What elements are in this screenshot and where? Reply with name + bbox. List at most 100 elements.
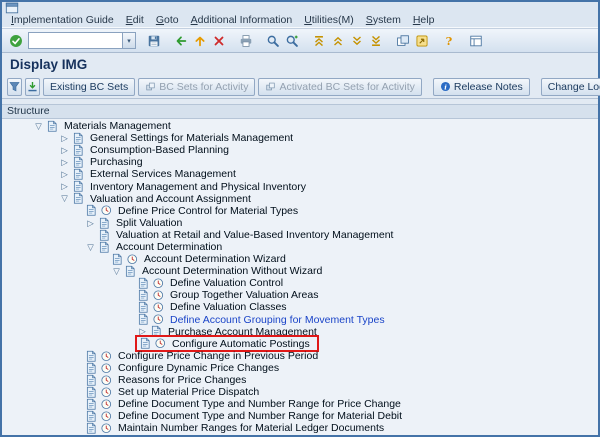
img-activity-icon[interactable] (151, 301, 166, 314)
img-activity-icon[interactable] (99, 422, 114, 435)
img-doc-icon[interactable] (71, 144, 86, 157)
img-doc-icon[interactable] (84, 398, 99, 411)
img-doc-icon[interactable] (71, 132, 86, 145)
exit-button[interactable] (190, 31, 209, 50)
release-notes-button[interactable]: i Release Notes (432, 77, 530, 96)
tree-item-external-services-management[interactable]: External Services Management (86, 168, 240, 180)
img-doc-icon[interactable] (84, 410, 99, 423)
expand-arrow-icon[interactable]: ▷ (58, 158, 71, 167)
img-activity-icon[interactable] (99, 349, 114, 362)
expand-arrow-icon[interactable]: ▷ (58, 134, 71, 143)
img-activity-icon[interactable] (125, 253, 140, 266)
tree-item-reasons-for-price-changes[interactable]: Reasons for Price Changes (114, 374, 250, 386)
save-button[interactable] (144, 31, 163, 50)
cancel-button[interactable] (209, 31, 228, 50)
img-activity-icon[interactable] (99, 361, 114, 374)
tree-item-define-valuation-classes[interactable]: Define Valuation Classes (166, 301, 291, 313)
img-activity-icon[interactable] (151, 277, 166, 290)
img-activity-icon[interactable] (99, 410, 114, 423)
tree-item-define-document-type-and-number-range-for-price-change[interactable]: Define Document Type and Number Range fo… (114, 398, 405, 410)
tree-item-configure-automatic-postings[interactable]: Configure Automatic Postings (168, 338, 314, 350)
img-doc-icon[interactable] (45, 120, 60, 133)
menu-item-help[interactable]: Help (407, 14, 441, 26)
tree-item-account-determination[interactable]: Account Determination (112, 241, 226, 253)
find-button[interactable] (263, 31, 282, 50)
tree-item-configure-price-change-in-previous-period[interactable]: Configure Price Change in Previous Perio… (114, 350, 322, 362)
tree-item-define-document-type-and-number-range-for-material-debit[interactable]: Define Document Type and Number Range fo… (114, 410, 406, 422)
tree-item-set-up-material-price-dispatch[interactable]: Set up Material Price Dispatch (114, 386, 263, 398)
menu-item-system[interactable]: System (360, 14, 407, 26)
tree-item-define-valuation-control[interactable]: Define Valuation Control (166, 277, 287, 289)
img-doc-icon[interactable] (97, 216, 112, 229)
img-doc-icon[interactable] (136, 301, 151, 314)
img-doc-icon[interactable] (71, 168, 86, 181)
img-doc-icon[interactable] (97, 228, 112, 241)
expand-arrow-icon[interactable]: ▷ (58, 146, 71, 155)
img-doc-icon[interactable] (84, 204, 99, 217)
tree-item-materials-management[interactable]: Materials Management (60, 120, 175, 132)
img-activity-icon[interactable] (99, 204, 114, 217)
img-activity-icon[interactable] (99, 374, 114, 387)
tree-item-define-account-grouping-for-movement-types[interactable]: Define Account Grouping for Movement Typ… (166, 314, 389, 326)
tree-item-valuation-and-account-assignment[interactable]: Valuation and Account Assignment (86, 193, 255, 205)
menu-item-utilities-m[interactable]: Utilities(M) (298, 14, 360, 26)
tree-item-inventory-management-and-physical-inventory[interactable]: Inventory Management and Physical Invent… (86, 181, 310, 193)
tree-item-account-determination-wizard[interactable]: Account Determination Wizard (140, 253, 290, 265)
img-doc-icon[interactable] (71, 156, 86, 169)
change-log-button[interactable]: Change Log (540, 77, 600, 96)
back-button[interactable] (171, 31, 190, 50)
page-down-button[interactable] (347, 31, 366, 50)
shortcut-button[interactable] (412, 31, 431, 50)
print-button[interactable] (236, 31, 255, 50)
tree-item-valuation-at-retail-and-value-based-inventory-management[interactable]: Valuation at Retail and Value-Based Inve… (112, 229, 397, 241)
menu-item-edit[interactable]: Edit (120, 14, 150, 26)
img-doc-icon[interactable] (84, 374, 99, 387)
tree-item-maintain-number-ranges-for-material-ledger-documents[interactable]: Maintain Number Ranges for Material Ledg… (114, 422, 388, 434)
img-activity-icon[interactable] (151, 313, 166, 326)
tree-item-account-determination-without-wizard[interactable]: Account Determination Without Wizard (138, 265, 326, 277)
choose-button[interactable] (7, 77, 22, 96)
collapse-arrow-icon[interactable]: ▽ (32, 122, 45, 131)
position-button[interactable] (25, 77, 40, 96)
help-button[interactable]: ? (439, 31, 458, 50)
img-doc-icon[interactable] (71, 180, 86, 193)
command-dropdown-button[interactable]: ▾ (122, 32, 136, 49)
img-doc-icon[interactable] (138, 337, 153, 350)
expand-arrow-icon[interactable]: ▷ (58, 182, 71, 191)
img-activity-icon[interactable] (153, 337, 168, 350)
img-activity-icon[interactable] (151, 289, 166, 302)
img-doc-icon[interactable] (110, 253, 125, 266)
img-activity-icon[interactable] (99, 398, 114, 411)
img-doc-icon[interactable] (97, 240, 112, 253)
img-doc-icon[interactable] (84, 349, 99, 362)
img-doc-icon[interactable] (136, 313, 151, 326)
tree-item-group-together-valuation-areas[interactable]: Group Together Valuation Areas (166, 289, 322, 301)
menu-item-additional-information[interactable]: Additional Information (185, 14, 299, 26)
img-doc-icon[interactable] (84, 361, 99, 374)
img-doc-icon[interactable] (136, 289, 151, 302)
collapse-arrow-icon[interactable]: ▽ (84, 243, 97, 252)
first-page-button[interactable] (309, 31, 328, 50)
img-activity-icon[interactable] (99, 386, 114, 399)
layout-menu-button[interactable] (466, 31, 485, 50)
enter-button[interactable] (6, 31, 25, 50)
page-up-button[interactable] (328, 31, 347, 50)
img-doc-icon[interactable] (84, 422, 99, 435)
tree-item-general-settings-for-materials-management[interactable]: General Settings for Materials Managemen… (86, 132, 297, 144)
existing-bc-sets-button[interactable]: Existing BC Sets (43, 77, 136, 96)
expand-arrow-icon[interactable]: ▷ (84, 219, 97, 228)
menu-item-goto[interactable]: Goto (150, 14, 185, 26)
img-doc-icon[interactable] (123, 265, 138, 278)
collapse-arrow-icon[interactable]: ▽ (58, 194, 71, 203)
tree-item-consumption-based-planning[interactable]: Consumption-Based Planning (86, 144, 233, 156)
tree-item-configure-dynamic-price-changes[interactable]: Configure Dynamic Price Changes (114, 362, 283, 374)
img-doc-icon[interactable] (71, 192, 86, 205)
tree-item-split-valuation[interactable]: Split Valuation (112, 217, 186, 229)
command-input[interactable] (28, 32, 122, 49)
new-session-button[interactable] (393, 31, 412, 50)
img-doc-icon[interactable] (84, 386, 99, 399)
find-next-button[interactable] (282, 31, 301, 50)
collapse-arrow-icon[interactable]: ▽ (110, 267, 123, 276)
menu-item-implementation-guide[interactable]: Implementation Guide (5, 14, 120, 26)
img-doc-icon[interactable] (136, 277, 151, 290)
